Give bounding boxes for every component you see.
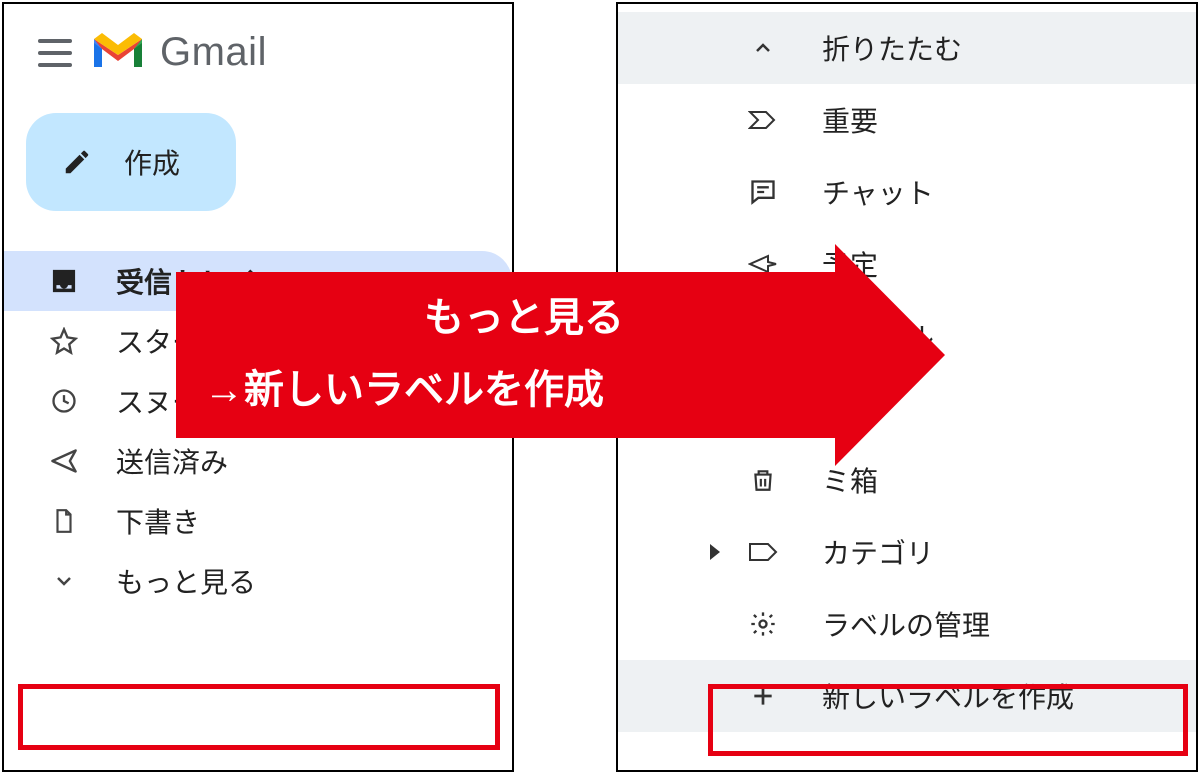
chevron-down-icon — [48, 569, 80, 593]
nav-label: スター付き — [116, 321, 256, 361]
nav-label: ール — [822, 388, 878, 428]
nav-manage-labels[interactable]: ラベルの管理 — [618, 588, 1196, 660]
nav-label: 送信済み — [116, 441, 228, 481]
compose-button[interactable]: 作成 — [26, 113, 236, 211]
clock-icon — [48, 387, 80, 415]
inbox-icon — [48, 267, 80, 295]
nav-more[interactable]: もっと見る — [4, 551, 512, 611]
menu-icon[interactable] — [38, 39, 72, 67]
gmail-m-icon — [90, 31, 146, 75]
nav-spam[interactable]: ール — [618, 372, 1196, 444]
pencil-icon — [62, 147, 92, 177]
app-header: Gmail — [4, 4, 512, 85]
important-icon — [746, 108, 780, 132]
nav-label: 重要 — [822, 100, 878, 140]
nav-label: 予定 — [822, 244, 878, 284]
nav-snoozed[interactable]: スヌーズ中 — [4, 371, 512, 431]
nav-sent[interactable]: 送信済み — [4, 431, 512, 491]
nav-scheduled[interactable]: 予定 — [618, 228, 1196, 300]
nav-label: チャット — [822, 172, 934, 212]
chevron-up-icon — [746, 36, 780, 60]
document-icon — [48, 507, 80, 535]
nav-label: 新しいラベルを作成 — [822, 676, 1074, 716]
gear-icon — [746, 610, 780, 638]
nav-all-mail[interactable]: のメール — [618, 300, 1196, 372]
nav-collapse[interactable]: 折りたたむ — [618, 12, 1196, 84]
right-panel: 折りたたむ 重要 チャット 予定 のメール ール ミ箱 カテ — [616, 2, 1198, 772]
nav-chat[interactable]: チャット — [618, 156, 1196, 228]
nav-label: のメール — [822, 316, 934, 356]
highlight-more — [18, 684, 500, 750]
nav-important[interactable]: 重要 — [618, 84, 1196, 156]
plus-icon — [746, 683, 780, 709]
expand-arrow-icon — [710, 544, 720, 560]
nav-new-label[interactable]: 新しいラベルを作成 — [618, 660, 1196, 732]
compose-label: 作成 — [124, 142, 180, 182]
trash-icon — [746, 466, 780, 494]
nav-label: 下書き — [116, 501, 200, 541]
nav-categories[interactable]: カテゴリ — [618, 516, 1196, 588]
nav-label: スヌーズ中 — [116, 381, 255, 421]
sidebar-nav: 受信トレイ スター付き スヌーズ中 送信済み 下書き — [4, 251, 512, 611]
label-icon — [746, 540, 780, 564]
chat-icon — [746, 178, 780, 206]
nav-label: 受信トレイ — [116, 261, 256, 301]
nav-label: ミ箱 — [822, 460, 878, 500]
scheduled-icon — [746, 252, 780, 276]
nav-trash[interactable]: ミ箱 — [618, 444, 1196, 516]
send-icon — [48, 447, 80, 475]
left-panel: Gmail 作成 受信トレイ スター付き スヌーズ中 — [2, 2, 514, 772]
nav-drafts[interactable]: 下書き — [4, 491, 512, 551]
nav-label: 折りたたむ — [822, 28, 962, 68]
nav-label: もっと見る — [116, 561, 256, 601]
nav-starred[interactable]: スター付き — [4, 311, 512, 371]
app-name: Gmail — [160, 30, 267, 75]
star-icon — [48, 327, 80, 355]
gmail-logo[interactable]: Gmail — [90, 30, 267, 75]
nav-inbox[interactable]: 受信トレイ — [4, 251, 512, 311]
nav-label: カテゴリ — [822, 532, 934, 572]
nav-label: ラベルの管理 — [822, 604, 990, 644]
